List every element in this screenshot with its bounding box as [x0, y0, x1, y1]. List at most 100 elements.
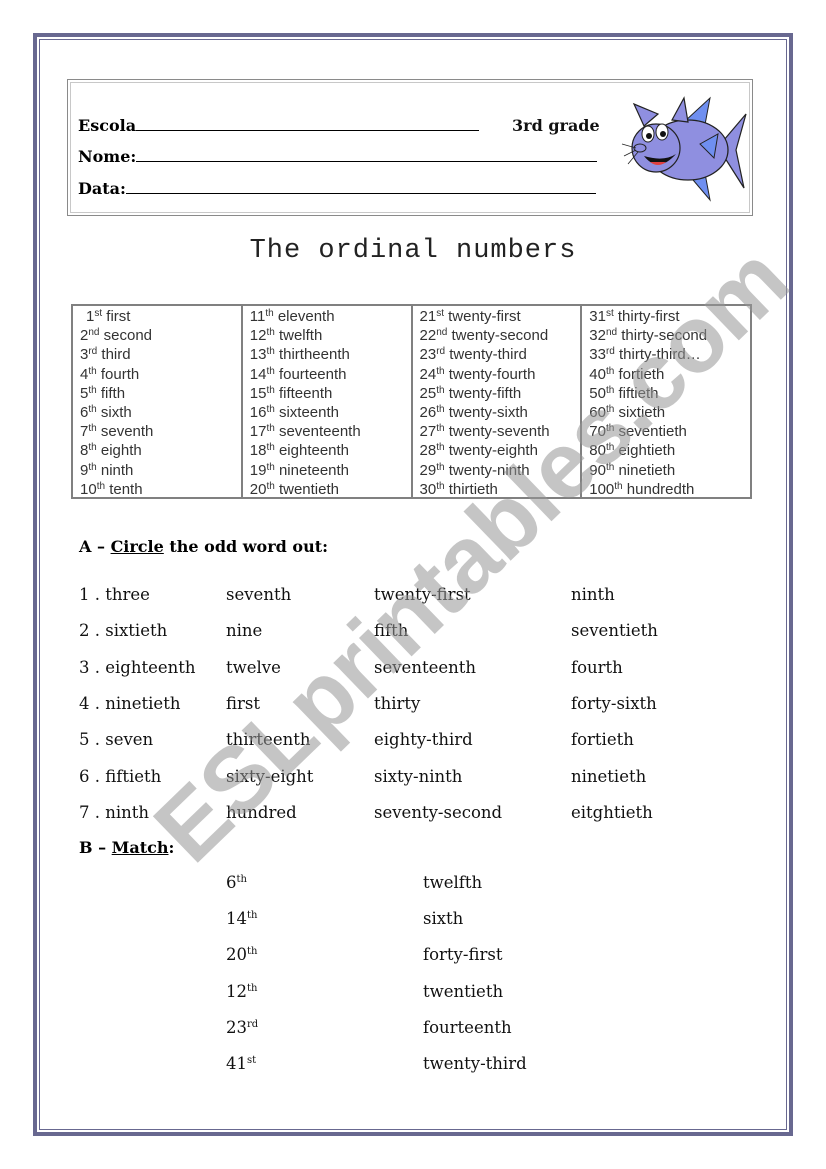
ordinal-suffix: th — [266, 404, 275, 416]
match-ordinal-suffix: th — [247, 946, 258, 958]
match-ordinal[interactable]: 41st — [226, 1054, 256, 1073]
ordinal-suffix: th — [96, 480, 106, 492]
ordinal-word: tenth — [109, 480, 143, 498]
odd-word-item-numbered[interactable]: 6 . fiftieth — [79, 767, 161, 786]
ordinal-suffix: th — [88, 404, 97, 416]
ordinal-number: 26 — [419, 404, 437, 422]
ordinal-word: twenty-fifth — [448, 384, 522, 402]
odd-word-item[interactable]: fortieth — [571, 730, 634, 749]
ordinal-suffix: th — [436, 480, 445, 492]
ordinal-entry: 40th fortieth — [589, 365, 750, 384]
ordinal-suffix: th — [266, 327, 275, 339]
odd-word-item[interactable]: eighty-third — [374, 730, 473, 749]
ordinal-word: eightieth — [618, 442, 676, 460]
ordinal-number: 24 — [419, 365, 437, 383]
fish-illustration — [621, 96, 747, 202]
odd-word-item-numbered[interactable]: 3 . eighteenth — [79, 658, 196, 677]
odd-word-item[interactable]: sixty-ninth — [374, 767, 462, 786]
ordinal-number: 11 — [249, 308, 266, 325]
section-b-title: B – Match: — [79, 838, 174, 857]
match-ordinal[interactable]: 23rd — [226, 1018, 258, 1037]
ordinal-suffix: th — [436, 365, 445, 377]
ordinal-suffix: th — [266, 346, 275, 358]
odd-word-item-numbered[interactable]: 5 . seven — [79, 730, 153, 749]
ordinal-entry: 8th eighth — [80, 441, 241, 460]
ordinal-entry: 12th twelfth — [250, 326, 411, 345]
ordinal-suffix: th — [266, 442, 275, 454]
odd-word-item[interactable]: forty-sixth — [571, 694, 657, 713]
match-ordinal[interactable]: 6th — [226, 873, 247, 892]
odd-word-item[interactable]: hundred — [226, 803, 297, 822]
odd-word-item[interactable]: twelve — [226, 658, 281, 677]
match-ordinal[interactable]: 20th — [226, 945, 257, 964]
odd-word-item[interactable]: sixty-eight — [226, 767, 313, 786]
odd-word-item-numbered[interactable]: 4 . ninetieth — [79, 694, 180, 713]
ordinal-number: 90 — [589, 461, 606, 479]
ordinal-word: ninth — [100, 461, 134, 479]
ordinal-entry: 25th twenty-fifth — [420, 384, 581, 403]
odd-word-item[interactable]: fifth — [374, 621, 408, 640]
ordinal-word: twenty-ninth — [448, 461, 530, 479]
match-word[interactable]: sixth — [423, 909, 463, 928]
fish-ear-left — [632, 102, 660, 127]
ordinal-suffix: th — [88, 461, 97, 473]
odd-word-item[interactable]: seventh — [226, 585, 291, 604]
odd-word-item[interactable]: thirty — [374, 694, 420, 713]
odd-word-item[interactable]: eitghtieth — [571, 803, 653, 822]
ordinal-entry: 10th tenth — [80, 480, 241, 499]
name-blank-line[interactable] — [136, 147, 598, 162]
odd-word-item[interactable]: nine — [226, 621, 262, 640]
odd-word-item[interactable]: fourth — [571, 658, 623, 677]
match-ordinal-suffix: th — [236, 874, 247, 885]
date-field[interactable]: Data: — [78, 179, 596, 198]
name-field[interactable]: Nome: — [78, 147, 598, 166]
odd-word-item[interactable]: first — [226, 694, 260, 713]
odd-word-item[interactable]: ninth — [571, 585, 615, 604]
ordinal-suffix: th — [436, 423, 445, 435]
match-ordinal[interactable]: 14th — [226, 909, 257, 928]
school-blank-line[interactable] — [136, 116, 480, 131]
odd-word-item-numbered[interactable]: 2 . sixtieth — [79, 621, 167, 640]
ordinal-suffix: th — [266, 461, 275, 473]
match-word[interactable]: twentieth — [423, 982, 503, 1001]
ordinal-word: nineteenth — [278, 461, 350, 479]
ordinal-number: 30 — [419, 480, 437, 498]
match-ordinal[interactable]: 12th — [226, 982, 257, 1001]
match-word[interactable]: twelfth — [423, 873, 482, 892]
match-ordinal-number: 12 — [226, 981, 247, 1001]
ordinal-number: 14 — [249, 365, 267, 383]
ordinal-entry: 1st first — [80, 307, 241, 326]
school-label: Escola — [78, 116, 137, 135]
ordinal-suffix: st — [605, 308, 614, 319]
ordinal-word: thirtieth — [448, 480, 498, 498]
section-a-title: A – Circle the odd word out: — [79, 537, 328, 556]
odd-word-item-numbered[interactable]: 7 . ninth — [79, 803, 149, 822]
match-word[interactable]: forty-first — [423, 945, 502, 964]
match-word[interactable]: fourteenth — [423, 1018, 512, 1037]
ordinal-entry: 2nd second — [80, 326, 241, 345]
odd-word-item[interactable]: seventeenth — [374, 658, 476, 677]
odd-word-item[interactable]: ninetieth — [571, 767, 646, 786]
odd-word-item[interactable]: thirteenth — [226, 730, 310, 749]
ordinal-column: 1st first 2nd second 3rd third 4th fourth 5t… — [73, 306, 243, 499]
odd-word-item-numbered[interactable]: 1 . three — [79, 585, 150, 604]
ordinal-word: sixth — [100, 404, 132, 422]
ordinal-entry: 31st thirty-first — [589, 307, 750, 326]
date-blank-line[interactable] — [125, 179, 596, 194]
school-field[interactable]: Escola — [78, 116, 480, 135]
odd-word-item[interactable]: seventieth — [571, 621, 658, 640]
ordinal-word: eighth — [100, 442, 142, 460]
odd-word-item[interactable]: seventy-second — [374, 803, 502, 822]
odd-word-item[interactable]: twenty-first — [374, 585, 471, 604]
ordinal-number: 18 — [249, 442, 267, 460]
match-word[interactable]: twenty-third — [423, 1054, 527, 1073]
ordinal-entry: 14th fourteenth — [250, 365, 411, 384]
ordinal-number: 20 — [249, 480, 267, 498]
ordinal-entry: 6th sixth — [80, 403, 241, 422]
ordinal-entry: 22nd twenty-second — [420, 326, 581, 345]
match-ordinal-number: 41 — [226, 1054, 247, 1073]
section-b-rest: : — [168, 838, 175, 857]
ordinal-entry: 19th nineteenth — [250, 461, 411, 480]
ordinal-entry: 13th thirtheenth — [250, 345, 411, 364]
ordinal-column: 11th eleventh 12th twelfth 13th thirtheent… — [243, 306, 413, 498]
